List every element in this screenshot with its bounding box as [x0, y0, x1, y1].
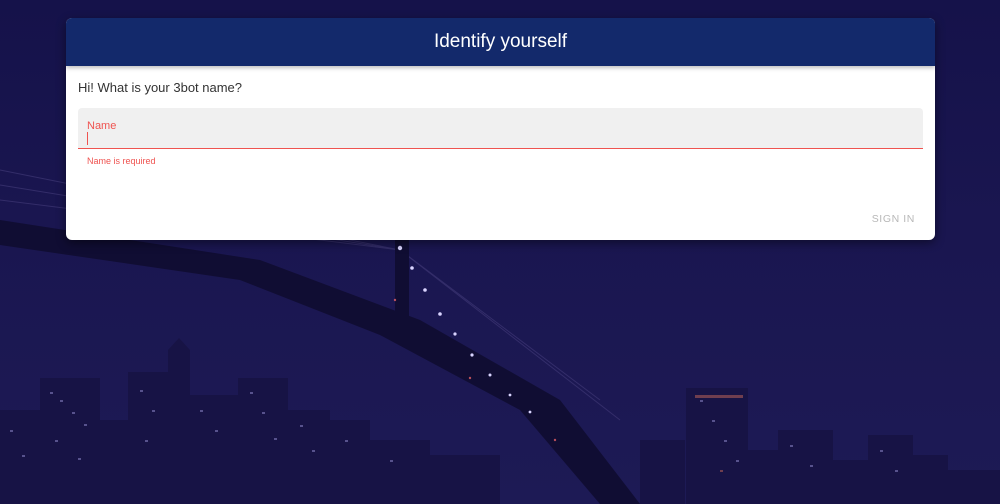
sign-in-button[interactable]: SIGN IN — [864, 209, 923, 229]
name-input[interactable] — [86, 132, 906, 146]
identify-dialog: Identify yourself Hi! What is your 3bot … — [66, 18, 935, 240]
name-field-label: Name — [87, 120, 117, 132]
name-field[interactable]: Name — [78, 108, 923, 149]
dialog-header: Identify yourself — [66, 18, 935, 66]
name-error-message: Name is required — [87, 156, 156, 166]
name-prompt: Hi! What is your 3bot name? — [78, 80, 243, 95]
dialog-title: Identify yourself — [433, 31, 568, 52]
